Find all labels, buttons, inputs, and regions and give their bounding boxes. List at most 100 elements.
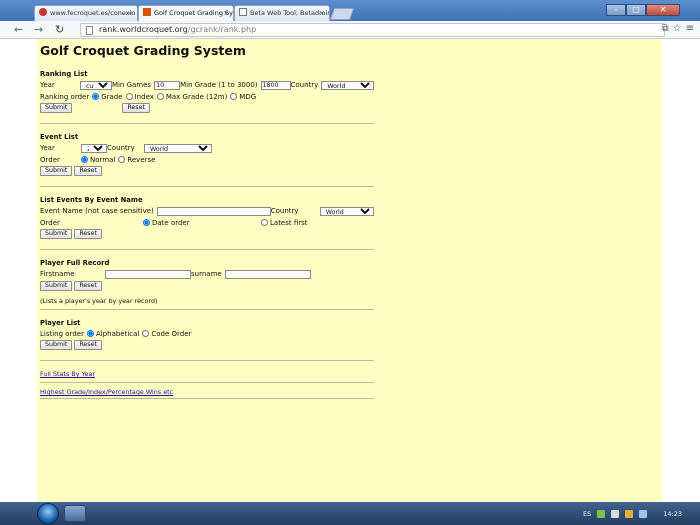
- radio-mdg[interactable]: [230, 93, 238, 100]
- radio-index-label: Index: [134, 92, 154, 101]
- radio-grade[interactable]: [92, 93, 100, 100]
- event-name-label: Event Name (not case sensitive): [40, 207, 154, 215]
- event-list-heading: Event List: [40, 133, 79, 141]
- reload-icon[interactable]: ↻: [55, 23, 64, 37]
- ranking-year-select[interactable]: current: [79, 80, 112, 90]
- close-tab-icon[interactable]: ×: [320, 6, 325, 21]
- ranking-country-select[interactable]: World: [321, 80, 374, 90]
- ranking-list-form: Ranking List Year current Min Games Min …: [40, 70, 374, 113]
- section-divider: [40, 249, 374, 250]
- radio-latest-first[interactable]: [261, 219, 268, 226]
- windows-taskbar: ES 14:23: [0, 502, 700, 525]
- menu-icon[interactable]: ≡: [686, 23, 694, 34]
- player-list-submit-button[interactable]: Submit: [40, 340, 73, 350]
- radio-alphabetical-label: Alphabetical: [95, 329, 140, 338]
- events-by-name-country-select[interactable]: World: [319, 206, 374, 216]
- order-label: Order: [40, 155, 60, 164]
- radio-date-order[interactable]: [143, 219, 150, 226]
- event-buttons: Submit Reset: [40, 166, 374, 176]
- country-label: Country: [290, 81, 319, 89]
- radio-latest-first-label: Latest first: [270, 218, 308, 227]
- volume-icon[interactable]: [611, 509, 620, 518]
- event-year-select[interactable]: 2016: [81, 143, 107, 153]
- full-stats-link[interactable]: Full Stats By Year: [40, 370, 95, 378]
- section-divider: [40, 123, 374, 124]
- section-divider: [40, 186, 374, 187]
- close-window-button[interactable]: ✕: [646, 4, 680, 16]
- window-controls: – □ ✕: [606, 4, 680, 16]
- flag-icon[interactable]: [625, 509, 634, 518]
- radio-date-order-label: Date order: [152, 218, 190, 227]
- toolbar-actions: ⧉ ☆ ≡: [662, 23, 695, 34]
- player-list-reset-button[interactable]: Reset: [74, 340, 102, 350]
- radio-index[interactable]: [125, 93, 133, 100]
- tab-golf-croquet-grading[interactable]: Golf Croquet Grading Sys ×: [138, 5, 234, 21]
- close-tab-icon[interactable]: ×: [224, 6, 229, 21]
- power-icon[interactable]: [639, 509, 648, 518]
- forward-arrow-icon[interactable]: →: [34, 23, 43, 37]
- radio-alphabetical[interactable]: [86, 330, 94, 337]
- events-by-name-form: List Events By Event Name Event Name (no…: [40, 196, 374, 239]
- order-label: Order: [40, 218, 60, 227]
- browser-tab-bar: www.fecroquet.es/conexio × Golf Croquet …: [0, 0, 700, 21]
- player-list-order-row: Listing order Alphabetical Code Order: [40, 329, 374, 339]
- event-reset-button[interactable]: Reset: [74, 166, 102, 176]
- tab-beta-web-tool[interactable]: Beta Web Tool, Betadmin ×: [234, 5, 330, 21]
- radio-normal[interactable]: [81, 156, 88, 163]
- translate-icon[interactable]: ⧉: [662, 23, 669, 34]
- radio-code-order-label: Code Order: [151, 329, 192, 338]
- firstname-input[interactable]: [105, 269, 191, 279]
- tab-fecroquet[interactable]: www.fecroquet.es/conexio ×: [34, 5, 138, 21]
- maximize-button[interactable]: □: [626, 4, 646, 16]
- minimize-button[interactable]: –: [606, 4, 626, 16]
- player-list-buttons: Submit Reset: [40, 340, 374, 350]
- page-content: Golf Croquet Grading System Ranking List…: [40, 43, 374, 408]
- page-icon: [86, 26, 93, 35]
- system-tray: ES 14:23: [583, 502, 682, 525]
- min-games-input[interactable]: [154, 80, 181, 90]
- player-name-row: Firstname surname: [40, 269, 374, 279]
- events-by-name-buttons: Submit Reset: [40, 229, 374, 239]
- tab-label: Golf Croquet Grading Sys: [154, 9, 234, 17]
- player-list-form: Player List Listing order Alphabetical C…: [40, 318, 374, 350]
- player-record-submit-button[interactable]: Submit: [40, 280, 73, 291]
- network-icon[interactable]: [597, 509, 606, 518]
- radio-grade-label: Grade: [101, 92, 123, 101]
- player-record-buttons: Submit Reset: [40, 280, 374, 291]
- star-icon[interactable]: ☆: [673, 23, 682, 34]
- back-arrow-icon[interactable]: ←: [14, 23, 23, 37]
- ranking-submit-button[interactable]: Submit: [40, 103, 73, 113]
- site-favicon-icon: [39, 8, 47, 16]
- start-button-icon[interactable]: [37, 503, 59, 524]
- clock-time[interactable]: 14:23: [663, 510, 682, 518]
- player-list-heading: Player List: [40, 318, 81, 327]
- highest-grade-link[interactable]: Highest Grade/Index/Percentage Wins etc: [40, 388, 173, 396]
- browser-toolbar: ← → ↻ rank.worldcroquet.org/gcrank/rank.…: [0, 21, 700, 39]
- ranking-reset-button[interactable]: Reset: [122, 103, 150, 113]
- language-indicator[interactable]: ES: [583, 510, 591, 518]
- events-by-name-submit-button[interactable]: Submit: [40, 229, 73, 239]
- ranking-order-row: Ranking order Grade Index Max Grade (12m…: [40, 92, 374, 102]
- min-grade-input[interactable]: [260, 80, 291, 90]
- close-tab-icon[interactable]: ×: [128, 6, 133, 21]
- radio-code-order[interactable]: [142, 330, 150, 337]
- events-by-name-reset-button[interactable]: Reset: [74, 229, 102, 239]
- year-label: Year: [40, 81, 55, 89]
- surname-input[interactable]: [224, 269, 311, 279]
- radio-reverse[interactable]: [118, 156, 126, 163]
- min-grade-label: Min Grade (1 to 3000): [180, 81, 258, 89]
- event-country-select[interactable]: World: [144, 143, 212, 153]
- highest-grade-link-row: Highest Grade/Index/Percentage Wins etc: [40, 388, 374, 396]
- taskbar-app-icon[interactable]: [64, 505, 86, 522]
- event-submit-button[interactable]: Submit: [40, 166, 73, 176]
- event-name-input[interactable]: [156, 206, 271, 216]
- section-divider: [40, 360, 374, 361]
- player-record-reset-button[interactable]: Reset: [74, 280, 102, 291]
- event-order-row: Order Normal Reverse: [40, 155, 374, 165]
- radio-max-grade[interactable]: [156, 93, 164, 100]
- ranking-list-heading: Ranking List: [40, 70, 88, 78]
- address-bar[interactable]: rank.worldcroquet.org/gcrank/rank.php: [80, 23, 665, 37]
- listing-order-label: Listing order: [40, 329, 84, 338]
- full-stats-link-row: Full Stats By Year: [40, 370, 374, 378]
- new-tab-button[interactable]: [329, 8, 355, 20]
